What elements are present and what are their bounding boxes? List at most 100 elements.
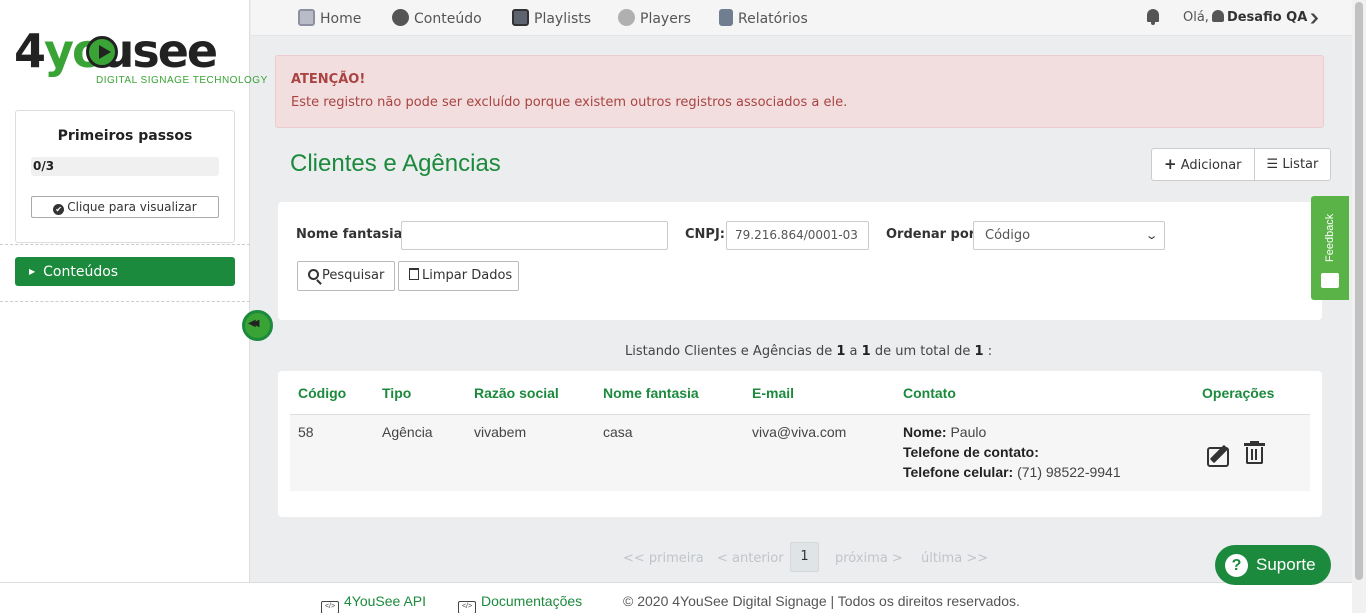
pagination-prev[interactable]: < anterior bbox=[717, 551, 784, 566]
cnpj-filter-input[interactable]: 79.216.864/0001-03 bbox=[726, 221, 869, 250]
listing-to: 1 bbox=[861, 344, 871, 359]
column-header-razao-social[interactable]: Razão social bbox=[474, 385, 559, 401]
cell-email: viva@viva.com bbox=[752, 424, 847, 440]
support-button[interactable]: ? Suporte bbox=[1215, 545, 1331, 585]
nav-home[interactable]: Home bbox=[298, 9, 361, 27]
check-circle-icon: ✔ bbox=[53, 204, 65, 215]
column-header-nome-fantasia[interactable]: Nome fantasia bbox=[603, 385, 699, 401]
page-title: Clientes e Agências bbox=[290, 150, 501, 177]
first-steps-title: Primeiros passos bbox=[57, 128, 193, 144]
contact-phone-label: Telefone de contato: bbox=[903, 444, 1039, 460]
first-steps-progress-text: 0/3 bbox=[33, 159, 55, 173]
list-button-label: Listar bbox=[1282, 157, 1319, 172]
sidebar-divider bbox=[0, 244, 250, 245]
support-label: Suporte bbox=[1256, 555, 1316, 574]
footer-docs-link[interactable]: </> Documentações bbox=[458, 593, 582, 613]
search-button[interactable]: Pesquisar bbox=[297, 261, 395, 291]
logo[interactable]: 4yousee DIGITAL SIGNAGE TECHNOLOGY bbox=[14, 28, 267, 88]
nav-relatorios-label: Relatórios bbox=[738, 11, 808, 27]
code-icon: </> bbox=[321, 601, 339, 613]
column-header-codigo[interactable]: Código bbox=[298, 385, 346, 401]
column-header-operacoes: Operações bbox=[1202, 385, 1275, 401]
pagination-current-page[interactable]: 1 bbox=[790, 542, 819, 572]
logo-subtitle: DIGITAL SIGNAGE TECHNOLOGY bbox=[96, 75, 268, 86]
caret-right-icon: ▶ bbox=[29, 267, 36, 276]
footer: </> 4YouSee API </> Documentações © 2020 4… bbox=[0, 582, 1352, 613]
order-select[interactable]: Código ⌄ bbox=[973, 221, 1165, 250]
first-steps-view-button[interactable]: ✔ Clique para visualizar bbox=[31, 196, 219, 218]
filter-panel: Nome fantasia: CNPJ: 79.216.864/0001-03 … bbox=[278, 202, 1322, 320]
alert-message: Este registro não pode ser excluído porq… bbox=[291, 95, 848, 110]
plus-icon: + bbox=[1164, 155, 1177, 173]
feedback-label: Feedback bbox=[1324, 213, 1336, 262]
clear-button[interactable]: Limpar Dados bbox=[398, 261, 519, 291]
edit-icon[interactable] bbox=[1206, 442, 1234, 468]
alert-title: ATENÇÃO! bbox=[291, 72, 366, 87]
error-alert: ATENÇÃO! Este registro não pode ser excl… bbox=[275, 55, 1324, 128]
nav-playlists[interactable]: Playlists bbox=[512, 9, 591, 27]
nav-playlists-label: Playlists bbox=[534, 11, 592, 27]
contact-mobile-line: Telefone celular: (71) 98522-9941 bbox=[903, 462, 1121, 482]
playlist-icon bbox=[512, 9, 529, 26]
contact-name-line: Nome: Paulo bbox=[903, 422, 1121, 442]
listing-suffix: : bbox=[987, 344, 993, 359]
user-name: Desafio QA bbox=[1226, 10, 1308, 25]
home-icon bbox=[298, 9, 315, 26]
scrollbar-thumb[interactable] bbox=[1355, 2, 1363, 580]
nav-players[interactable]: Players bbox=[618, 9, 691, 27]
order-label: Ordenar por: bbox=[886, 227, 981, 242]
chevron-down-icon: ⌄ bbox=[1144, 229, 1159, 242]
pagination-first[interactable]: << primeira bbox=[623, 551, 704, 566]
list-icon: ☰ bbox=[1266, 157, 1279, 172]
add-button-label: Adicionar bbox=[1180, 158, 1242, 173]
contact-mobile-label: Telefone celular: bbox=[903, 464, 1014, 480]
footer-api-link[interactable]: </> 4YouSee API bbox=[321, 593, 426, 613]
logo-play-icon bbox=[86, 36, 118, 68]
contact-mobile-value: (71) 98522-9941 bbox=[1017, 464, 1121, 480]
listing-total-text: de um total de bbox=[874, 344, 971, 359]
cell-codigo: 58 bbox=[298, 424, 314, 440]
nav-players-label: Players bbox=[640, 11, 691, 27]
add-button[interactable]: + Adicionar bbox=[1152, 149, 1255, 180]
report-icon bbox=[719, 9, 733, 26]
notification-bell-icon[interactable] bbox=[1145, 8, 1161, 26]
sidebar-divider bbox=[0, 301, 250, 302]
cell-contato: Nome: Paulo Telefone de contato: Telefon… bbox=[903, 422, 1121, 482]
nav-home-label: Home bbox=[320, 11, 362, 27]
sidebar: 4yousee DIGITAL SIGNAGE TECHNOLOGY Prime… bbox=[0, 0, 267, 582]
scrollbar[interactable] bbox=[1352, 0, 1366, 613]
cell-nome-fantasia: casa bbox=[603, 424, 633, 440]
name-filter-label: Nome fantasia: bbox=[296, 227, 408, 242]
search-icon bbox=[308, 269, 319, 280]
pagination-last[interactable]: última >> bbox=[921, 551, 988, 566]
contact-name-label: Nome: bbox=[903, 424, 947, 440]
order-select-value: Código bbox=[985, 228, 1031, 243]
nav-conteudo[interactable]: Conteúdo bbox=[392, 9, 482, 27]
listing-middle: a bbox=[849, 344, 858, 359]
greeting: Olá, bbox=[1183, 10, 1209, 25]
first-steps-view-label: Clique para visualizar bbox=[67, 200, 197, 214]
listing-from: 1 bbox=[836, 344, 846, 359]
nav-relatorios[interactable]: Relatórios bbox=[719, 9, 808, 27]
top-navbar: Home Conteúdo Playlists Players Relatóri… bbox=[251, 0, 1352, 36]
column-header-email[interactable]: E-mail bbox=[752, 385, 794, 401]
collapse-sidebar-button[interactable] bbox=[242, 310, 273, 341]
delete-icon[interactable] bbox=[1244, 441, 1266, 465]
contact-name-value: Paulo bbox=[950, 424, 987, 440]
sidebar-item-conteudos[interactable]: ▶ Conteúdos bbox=[15, 257, 235, 286]
user-menu[interactable]: Olá, Desafio QA❯ bbox=[1183, 9, 1321, 28]
clear-button-label: Limpar Dados bbox=[422, 268, 513, 283]
page-actions: + Adicionar ☰ Listar bbox=[1151, 148, 1332, 181]
name-filter-input[interactable] bbox=[401, 221, 668, 250]
listing-total: 1 bbox=[974, 344, 984, 359]
feedback-tab[interactable]: Feedback bbox=[1311, 196, 1349, 300]
footer-api-label: 4YouSee API bbox=[344, 593, 427, 609]
first-steps-panel: Primeiros passos 0/3 ✔ Clique para visual… bbox=[15, 110, 235, 243]
cell-razao-social: vivabem bbox=[474, 424, 527, 440]
pagination-next[interactable]: próxima > bbox=[835, 551, 903, 566]
chevron-down-icon: ❯ bbox=[1308, 13, 1321, 24]
column-header-contato: Contato bbox=[903, 385, 956, 401]
search-button-label: Pesquisar bbox=[322, 268, 385, 283]
list-button[interactable]: ☰ Listar bbox=[1255, 149, 1331, 180]
column-header-tipo[interactable]: Tipo bbox=[382, 385, 411, 401]
